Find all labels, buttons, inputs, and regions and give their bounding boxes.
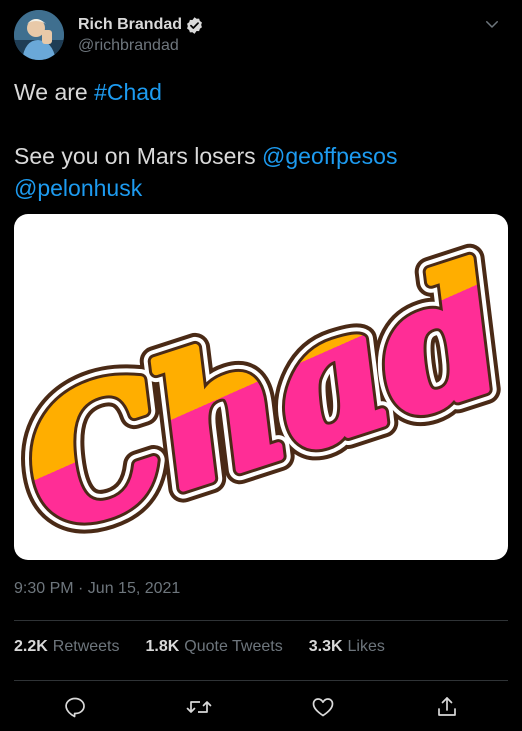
tweet-text-line1: We are <box>14 79 95 105</box>
tweet-stats: 2.2K Retweets 1.8K Quote Tweets 3.3K Lik… <box>14 638 411 656</box>
tweet-text: We are #Chad See you on Mars losers @geo… <box>14 76 508 204</box>
display-name-row: Rich Brandad <box>78 14 204 36</box>
tweet-actions <box>14 692 508 722</box>
hashtag-link[interactable]: #Chad <box>94 79 162 105</box>
tweet-text-line2: See you on Mars losers <box>14 143 263 169</box>
chevron-down-icon[interactable] <box>480 12 504 36</box>
share-icon[interactable] <box>432 692 462 722</box>
retweet-icon[interactable] <box>184 692 214 722</box>
divider-bottom <box>14 680 508 681</box>
likes-count: 3.3K <box>308 638 343 655</box>
author-handle[interactable]: @richbrandad <box>78 37 204 55</box>
mention-link-pelonhusk[interactable]: @pelonhusk <box>14 175 142 201</box>
retweets-label: Retweets <box>52 638 120 655</box>
chad-logo-text: Chad <box>14 229 508 560</box>
retweets-stat[interactable]: 2.2K Retweets <box>14 638 120 656</box>
mention-link-geoffpesos[interactable]: @geoffpesos <box>262 143 397 169</box>
divider-top <box>14 620 508 621</box>
reply-icon[interactable] <box>60 692 90 722</box>
likes-stat[interactable]: 3.3K Likes <box>309 638 385 656</box>
quote-tweets-stat[interactable]: 1.8K Quote Tweets <box>146 638 283 656</box>
display-name[interactable]: Rich Brandad <box>78 16 182 34</box>
avatar[interactable] <box>14 10 64 60</box>
heart-icon[interactable] <box>308 692 338 722</box>
author-names: Rich Brandad @richbrandad <box>78 14 204 55</box>
retweets-count: 2.2K <box>14 638 48 655</box>
tweet-header: Rich Brandad @richbrandad <box>14 10 508 66</box>
quote-tweets-label: Quote Tweets <box>184 638 283 655</box>
tweet-image[interactable]: Chad Chad Chad Chad <box>14 214 508 560</box>
tweet-timestamp[interactable]: 9:30 PM · Jun 15, 2021 <box>14 580 180 598</box>
verified-badge-icon <box>185 16 204 35</box>
quote-tweets-count: 1.8K <box>145 638 180 655</box>
likes-label: Likes <box>347 638 385 655</box>
